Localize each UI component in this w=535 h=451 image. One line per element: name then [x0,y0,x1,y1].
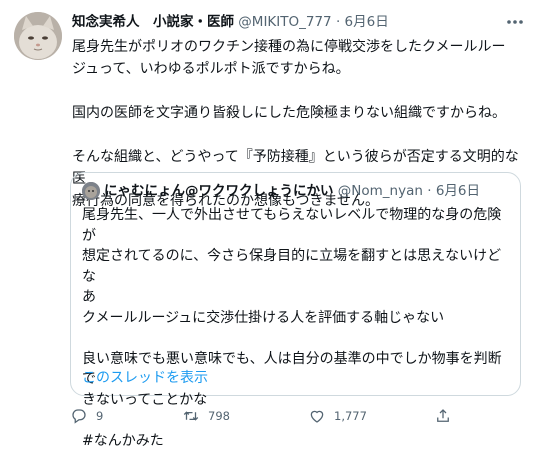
more-horizontal-icon[interactable] [503,12,527,32]
share-button[interactable] [434,404,452,428]
line-gap [72,124,522,146]
quote-header: にゃむにょん@ワクワクしょうにかい @Nom_nyan · 6月6日 [104,181,480,201]
quote-avatar[interactable] [82,182,100,200]
retweet-button[interactable]: 798 [182,404,230,428]
quote-user-handle[interactable]: @Nom_nyan [338,183,423,199]
tweet-line: 尾身先生がポリオのワクチン接種の為に停戦交渉をしたクメールルー [72,36,522,58]
quote-line: 想定されてるのに、今さら保身目的に立場を翻すとは思えないけどな [82,246,510,287]
show-thread-link[interactable]: このスレッドを表示 [82,368,208,388]
reply-button[interactable]: 9 [70,404,103,428]
quote-display-name[interactable]: にゃむにょん@ワクワクしょうにかい [104,183,334,199]
hashtag[interactable]: #なんかみた [82,431,510,451]
quote-date[interactable]: 6月6日 [436,183,480,199]
quote-line: クメールルージュに交渉仕掛ける人を評価する軸じゃない [82,308,510,329]
quote-line: あ [82,287,510,308]
line-gap [82,328,510,349]
like-count: 1,777 [334,409,367,423]
tweet-line: 国内の医師を文字通り皆殺しにした危険極まりない組織ですからね。 [72,102,522,124]
reply-count: 9 [96,409,103,423]
line-gap [72,80,522,102]
retweet-count: 798 [208,409,230,423]
tweet-date[interactable]: 6月6日 [345,14,389,30]
action-bar: 9 798 1,777 [70,404,530,428]
tweet-header: 知念実希人 小説家・医師 @MIKITO_777 · 6月6日 [72,12,502,32]
heart-icon [308,407,326,425]
separator-dot: · [336,14,340,30]
retweet-icon [182,407,200,425]
tweet-line: ジュって、いわゆるポルポト派ですからね。 [72,58,522,80]
quoted-tweet[interactable]: にゃむにょん@ワクワクしょうにかい @Nom_nyan · 6月6日 尾身先生、… [70,172,521,396]
reply-icon [70,407,88,425]
cat-avatar-image [14,12,62,60]
avatar[interactable] [14,12,62,60]
like-button[interactable]: 1,777 [308,404,367,428]
share-icon [434,407,452,425]
user-handle[interactable]: @MIKITO_777 [238,14,331,30]
quote-line: 尾身先生、一人で外出させてもらえないレベルで物理的な身の危険が [82,205,510,246]
separator-dot: · [427,183,431,199]
display-name[interactable]: 知念実希人 小説家・医師 [72,14,234,30]
